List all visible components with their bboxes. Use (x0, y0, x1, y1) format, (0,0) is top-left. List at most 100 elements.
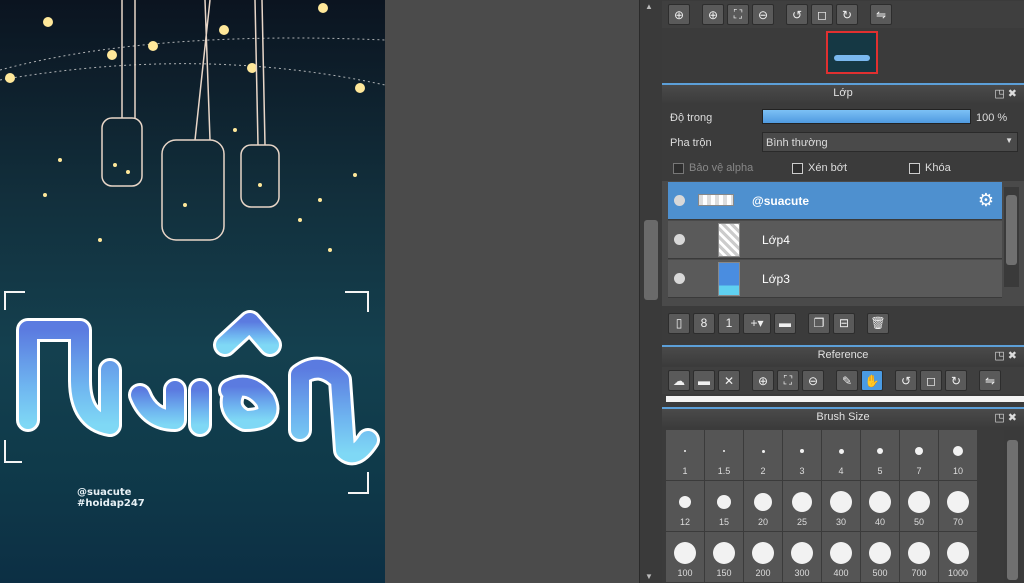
rotate-left-icon[interactable]: ↺ (895, 370, 917, 391)
brush-preview-icon (754, 493, 772, 511)
brush-size-option[interactable]: 3 (783, 430, 821, 480)
visibility-icon[interactable] (674, 234, 685, 245)
opacity-slider[interactable] (762, 109, 971, 124)
new-8bit-layer-icon[interactable]: 8 (693, 312, 715, 334)
reset-icon[interactable]: ◻ (811, 4, 833, 25)
brush-size-option[interactable]: 150 (705, 532, 743, 582)
brush-size-option[interactable]: 7 (900, 430, 938, 480)
brush-size-option[interactable]: 10 (939, 430, 977, 480)
brush-size-label: 30 (835, 517, 846, 527)
brush-size-option[interactable]: 700 (900, 532, 938, 582)
rotate-right-icon[interactable]: ↻ (836, 4, 858, 25)
protect-alpha-label: Bảo vệ alpha (689, 162, 754, 174)
close-icon[interactable]: ✖ (1008, 350, 1020, 362)
visibility-icon[interactable] (674, 273, 685, 284)
cloud-upload-icon[interactable]: ☁ (668, 370, 690, 391)
layer-item-lop3[interactable]: Lớp3 (668, 260, 1002, 298)
zoom-out-icon[interactable]: ⊖ (752, 4, 774, 25)
eyedropper-icon[interactable]: ✎ (836, 370, 858, 391)
brush-size-option[interactable]: 200 (744, 532, 782, 582)
folder-icon[interactable]: ▬ (774, 312, 796, 334)
brush-size-option[interactable]: 30 (822, 481, 860, 531)
layer-panel-title: Lớp (833, 87, 853, 99)
hand-icon[interactable]: ✋ (861, 370, 883, 391)
brush-size-option[interactable]: 4 (822, 430, 860, 480)
navigator-viewport-frame[interactable] (826, 31, 878, 74)
rotate-left-icon[interactable]: ↺ (786, 4, 808, 25)
brush-size-option[interactable]: 50 (900, 481, 938, 531)
brush-size-label: 12 (679, 517, 690, 527)
chevron-down-icon: ▼ (1005, 136, 1013, 145)
brush-size-option[interactable]: 300 (783, 532, 821, 582)
brush-size-label: 1000 (947, 568, 969, 578)
reset-icon[interactable]: ◻ (920, 370, 942, 391)
scrollbar-thumb[interactable] (1006, 195, 1017, 265)
brush-size-label: 4 (838, 466, 844, 476)
brush-preview-icon (684, 450, 686, 452)
canvas-artwork[interactable]: @suacute #hoidap247 (0, 0, 385, 583)
brush-size-label: 10 (952, 466, 963, 476)
brush-size-grid: 1 1.5 2 3 4 5 7 10 12 15 20 25 30 40 50 70 100 150 200 300 4… (666, 430, 980, 582)
zoom-out-icon[interactable]: ⊖ (802, 370, 824, 391)
brush-preview-icon (761, 449, 765, 453)
add-layer-menu-icon[interactable]: +▾ (743, 312, 771, 334)
trash-icon[interactable]: 🗑 (867, 312, 889, 334)
popout-icon[interactable]: ◳ (994, 412, 1007, 424)
duplicate-icon[interactable]: ❐ (808, 312, 830, 334)
brush-size-option[interactable]: 1000 (939, 532, 977, 582)
artwork-illustration (0, 0, 385, 494)
rotate-right-icon[interactable]: ↻ (945, 370, 967, 391)
brush-size-option[interactable]: 500 (861, 532, 899, 582)
open-folder-icon[interactable]: ▬ (693, 370, 715, 391)
zoom-in-icon[interactable]: ⊕ (752, 370, 774, 391)
brush-size-option[interactable]: 1.5 (705, 430, 743, 480)
brush-size-option[interactable]: 25 (783, 481, 821, 531)
fit-icon[interactable]: ⛶ (727, 4, 749, 25)
gear-icon[interactable]: ⚙ (978, 190, 994, 211)
visibility-icon[interactable] (674, 195, 685, 206)
brush-size-option[interactable]: 400 (822, 532, 860, 582)
brush-size-label: 7 (916, 466, 922, 476)
brush-size-option[interactable]: 15 (705, 481, 743, 531)
clipping-checkbox[interactable]: Xén bớt (792, 162, 847, 174)
brush-size-option[interactable]: 5 (861, 430, 899, 480)
layer-list-scrollbar[interactable] (1004, 187, 1019, 287)
zoom-icon[interactable]: ⊕ (668, 4, 690, 25)
scroll-down-icon[interactable]: ▼ (645, 572, 653, 581)
scrollbar-thumb[interactable] (1007, 440, 1018, 580)
reference-canvas[interactable] (666, 396, 1024, 402)
new-layer-icon[interactable]: ▯ (668, 312, 690, 334)
layer-item-lop4[interactable]: Lớp4 (668, 221, 1002, 259)
brush-size-option[interactable]: 12 (666, 481, 704, 531)
fit-icon[interactable]: ⛶ (777, 370, 799, 391)
merge-icon[interactable]: ⊟ (833, 312, 855, 334)
layer-toolbar: ▯ 8 1 +▾ ▬ ❐ ⊟ 🗑 (662, 309, 1024, 337)
popout-icon[interactable]: ◳ (994, 350, 1007, 362)
canvas-vertical-scrollbar[interactable]: ▲ ▼ (639, 0, 662, 583)
brush-size-option[interactable]: 40 (861, 481, 899, 531)
new-1bit-layer-icon[interactable]: 1 (718, 312, 740, 334)
scrollbar-thumb[interactable] (644, 220, 658, 300)
brush-size-label: 500 (872, 568, 888, 578)
blend-select[interactable]: Bình thường ▼ (762, 132, 1018, 152)
layer-item-suacute[interactable]: @suacute ⚙ (668, 182, 1002, 220)
scroll-up-icon[interactable]: ▲ (645, 2, 653, 11)
close-icon[interactable]: ✖ (1008, 88, 1020, 100)
close-reference-icon[interactable]: ✕ (718, 370, 740, 391)
flip-icon[interactable]: ⇋ (870, 4, 892, 25)
brush-size-option[interactable]: 1 (666, 430, 704, 480)
brush-preview-icon (908, 542, 930, 564)
zoom-in-icon[interactable]: ⊕ (702, 4, 724, 25)
layer-thumbnail (718, 262, 740, 296)
protect-alpha-checkbox[interactable]: Bảo vệ alpha (673, 162, 753, 174)
popout-icon[interactable]: ◳ (994, 88, 1007, 100)
flip-icon[interactable]: ⇋ (979, 370, 1001, 391)
blend-label: Pha trộn (670, 137, 712, 149)
brush-size-scrollbar[interactable] (1004, 430, 1021, 583)
lock-checkbox[interactable]: Khóa (909, 162, 951, 174)
brush-size-option[interactable]: 20 (744, 481, 782, 531)
brush-size-option[interactable]: 70 (939, 481, 977, 531)
brush-size-option[interactable]: 2 (744, 430, 782, 480)
brush-size-option[interactable]: 100 (666, 532, 704, 582)
close-icon[interactable]: ✖ (1008, 412, 1020, 424)
